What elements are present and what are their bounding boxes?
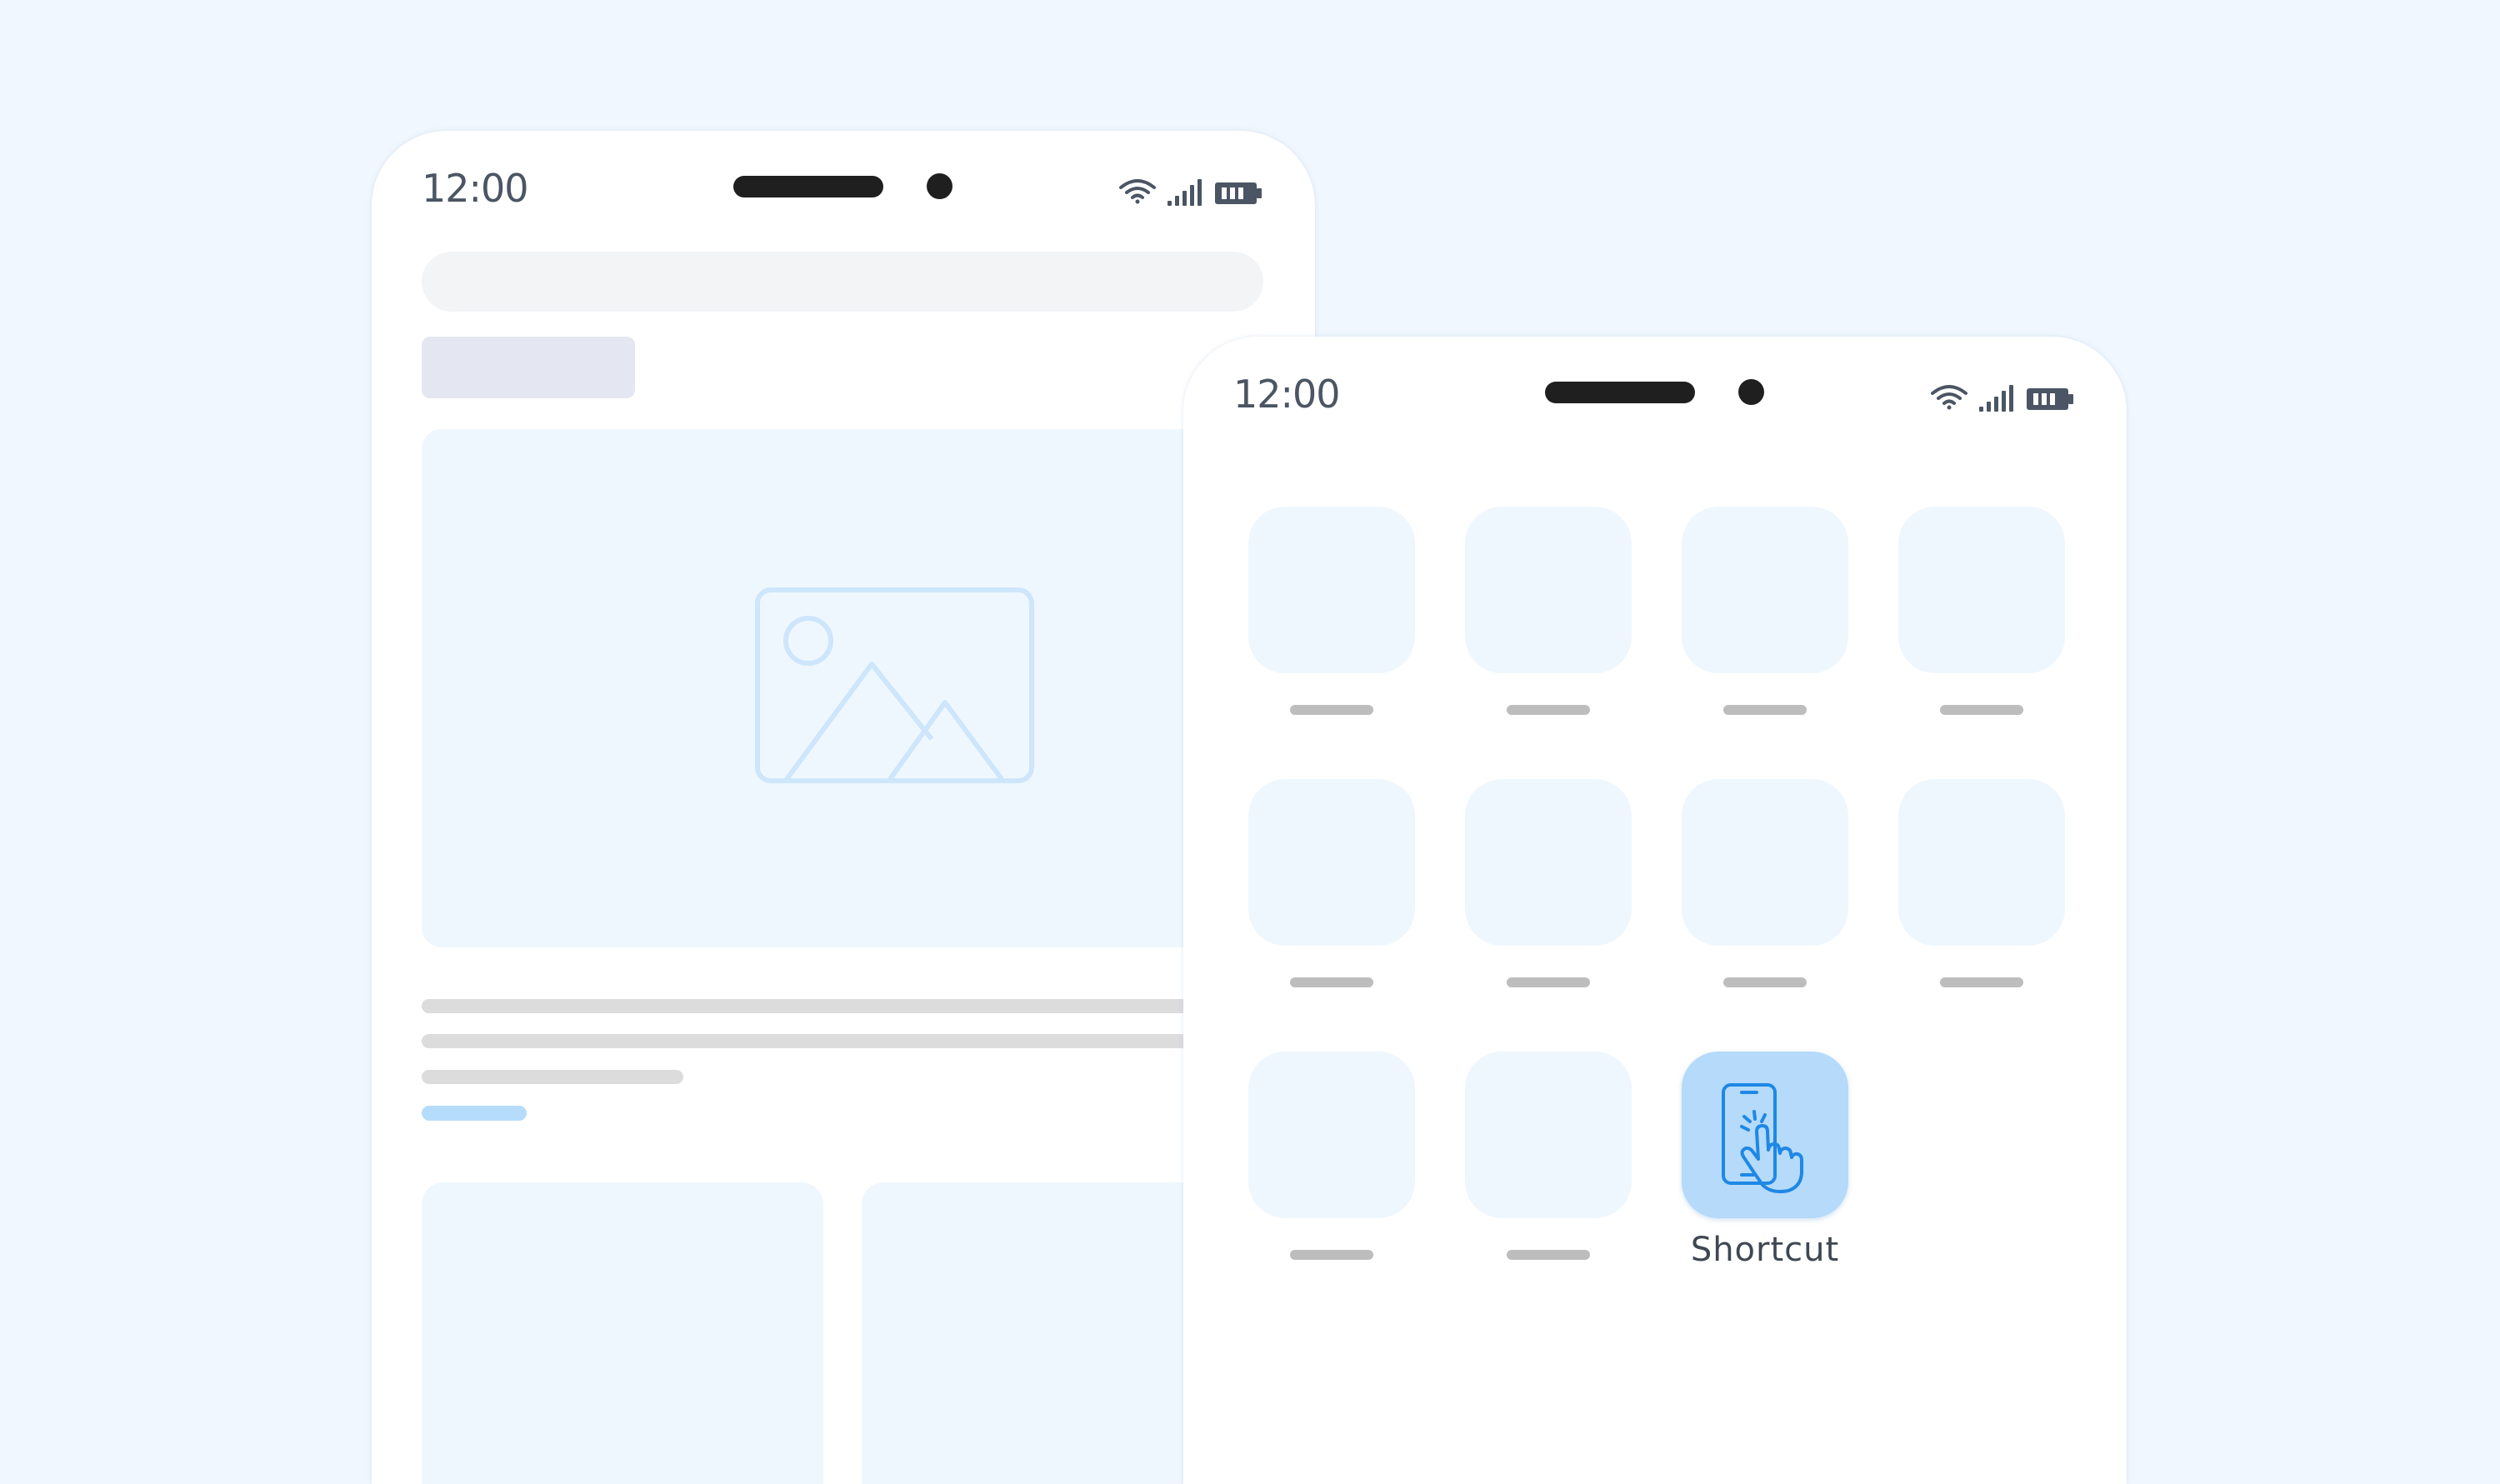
hero-image-placeholder [422,429,1315,947]
status-icons [1119,179,1262,206]
text-line-placeholder [422,999,1315,1013]
speaker-notch [733,176,883,197]
app-label-placeholder [1290,977,1373,987]
app-label-placeholder [1290,1250,1373,1260]
app-label-placeholder [1290,705,1373,715]
wifi-icon [1119,179,1156,204]
app-icon-placeholder[interactable] [1465,779,1632,946]
front-camera [927,173,952,199]
status-time: 12:00 [422,166,529,211]
app-icon-placeholder[interactable] [1898,779,2065,946]
app-label-placeholder [1723,977,1807,987]
app-icon-placeholder[interactable] [1465,507,1632,673]
app-grid: Shortcut [1183,337,2127,1484]
link-placeholder[interactable] [422,1106,527,1121]
chip-placeholder [422,337,635,398]
app-label-placeholder [1940,705,2023,715]
text-line-placeholder [422,1070,683,1084]
app-label-placeholder [1507,705,1590,715]
card-placeholder [422,1182,823,1484]
app-label-placeholder [1723,705,1807,715]
shortcut-app-icon[interactable] [1682,1052,1848,1218]
app-label-placeholder [1507,977,1590,987]
signal-icon [1168,179,1202,206]
app-icon-placeholder[interactable] [1248,1052,1415,1218]
app-icon-placeholder[interactable] [1682,507,1848,673]
text-line-placeholder [422,1034,1315,1048]
app-icon-placeholder[interactable] [1465,1052,1632,1218]
app-label: Shortcut [1690,1231,1840,1269]
app-icon-placeholder[interactable] [1248,507,1415,673]
phone-home-screen: 12:00 Shortcut [1183,337,2127,1484]
phone-back-screen: 12:00 [372,131,1315,1484]
search-bar-placeholder[interactable] [422,252,1263,312]
app-label-placeholder [1507,1250,1590,1260]
app-icon-placeholder[interactable] [1682,779,1848,946]
app-icon-placeholder[interactable] [1898,507,2065,673]
app-icon-placeholder[interactable] [1248,779,1415,946]
app-label-placeholder [1940,977,2023,987]
image-icon [755,587,1034,783]
battery-icon [1215,182,1262,204]
